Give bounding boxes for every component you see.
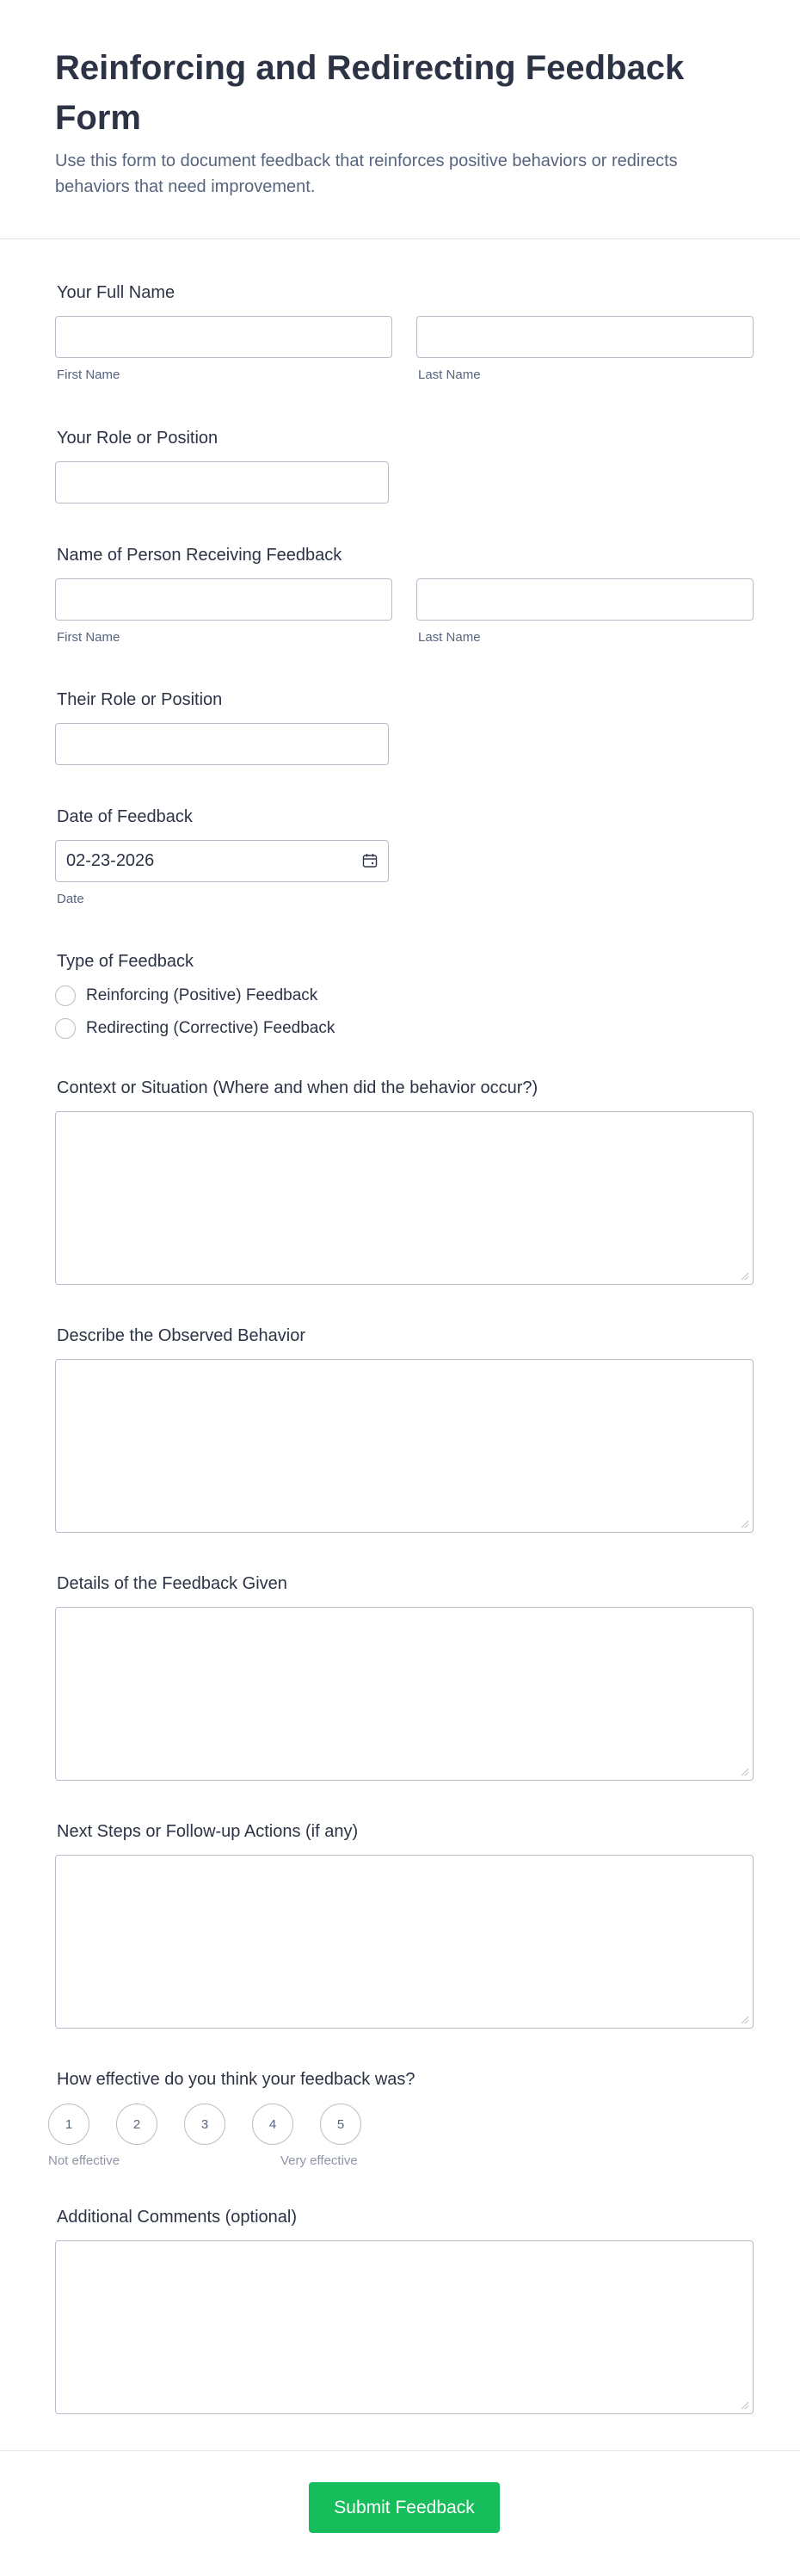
rating-option-1[interactable]: 1 (48, 2103, 89, 2145)
rating-option-3[interactable]: 3 (184, 2103, 225, 2145)
effectiveness-label: How effective do you think your feedback… (57, 2070, 415, 2089)
full-name-first-sublabel: First Name (57, 368, 120, 382)
form-title: Reinforcing and Redirecting Feedback For… (55, 49, 685, 137)
feedback-details-label: Details of the Feedback Given (57, 1574, 287, 1593)
submit-button[interactable]: Submit Feedback (309, 2482, 500, 2533)
receiver-name-label: Name of Person Receiving Feedback (57, 546, 342, 565)
next-steps-textarea[interactable] (55, 1855, 754, 2029)
date-sublabel: Date (57, 892, 84, 906)
their-role-label: Their Role or Position (57, 690, 223, 709)
observed-behavior-label: Describe the Observed Behavior (57, 1326, 306, 1345)
feedback-details-section: Details of the Feedback Given (55, 1572, 754, 1787)
observed-behavior-section: Describe the Observed Behavior (55, 1324, 754, 1539)
receiver-first-sublabel: First Name (57, 630, 120, 645)
role-section: Your Role or Position (55, 426, 754, 512)
feedback-type-label: Type of Feedback (57, 952, 194, 971)
full-name-section: Your Full Name First Name Last Name (55, 281, 754, 392)
context-textarea[interactable] (55, 1111, 754, 1285)
full-name-label: Your Full Name (57, 283, 175, 302)
radio-button[interactable] (55, 1018, 76, 1039)
date-value: 02-23-2026 (66, 851, 155, 870)
additional-comments-label: Additional Comments (optional) (57, 2208, 298, 2227)
form-footer: Submit Feedback (0, 2450, 800, 2576)
resize-handle-icon[interactable] (741, 1520, 749, 1529)
rating-high-label: Very effective (280, 2153, 358, 2168)
additional-comments-section: Additional Comments (optional) (55, 2205, 754, 2420)
resize-handle-icon[interactable] (741, 1768, 749, 1776)
resize-handle-icon[interactable] (741, 2401, 749, 2410)
radio-label-reinforcing: Reinforcing (Positive) Feedback (86, 986, 318, 1004)
rating-option-2[interactable]: 2 (116, 2103, 157, 2145)
form-header: Reinforcing and Redirecting Feedback For… (0, 0, 800, 239)
feedback-type-option-redirecting[interactable]: Redirecting (Corrective) Feedback (55, 1018, 335, 1039)
feedback-details-textarea[interactable] (55, 1607, 754, 1781)
receiver-last-sublabel: Last Name (418, 630, 481, 645)
resize-handle-icon[interactable] (741, 1272, 749, 1281)
receiver-first-input[interactable] (55, 578, 392, 621)
form-subtitle: Use this form to document feedback that … (55, 151, 678, 196)
role-input[interactable] (55, 461, 389, 503)
effectiveness-section: How effective do you think your feedback… (48, 2067, 754, 2179)
full-name-first-input[interactable] (55, 316, 392, 358)
feedback-type-section: Type of Feedback Reinforcing (Positive) … (55, 949, 754, 1044)
form-body: Your Full Name First Name Last Name Your… (0, 239, 800, 2451)
resize-handle-icon[interactable] (741, 2016, 749, 2024)
full-name-last-sublabel: Last Name (418, 368, 481, 382)
date-label: Date of Feedback (57, 807, 193, 826)
rating-option-5[interactable]: 5 (320, 2103, 361, 2145)
rating-option-4[interactable]: 4 (252, 2103, 293, 2145)
receiver-name-section: Name of Person Receiving Feedback First … (55, 543, 754, 655)
next-steps-label: Next Steps or Follow-up Actions (if any) (57, 1822, 359, 1841)
context-label: Context or Situation (Where and when did… (57, 1078, 538, 1097)
context-section: Context or Situation (Where and when did… (55, 1076, 754, 1291)
full-name-last-input[interactable] (416, 316, 754, 358)
rating-low-label: Not effective (48, 2153, 120, 2168)
their-role-input[interactable] (55, 723, 389, 765)
date-input[interactable]: 02-23-2026 (55, 840, 389, 882)
receiver-last-input[interactable] (416, 578, 754, 621)
feedback-type-option-reinforcing[interactable]: Reinforcing (Positive) Feedback (55, 985, 317, 1006)
role-label: Your Role or Position (57, 429, 218, 448)
observed-behavior-textarea[interactable] (55, 1359, 754, 1533)
radio-label-redirecting: Redirecting (Corrective) Feedback (86, 1019, 335, 1037)
additional-comments-textarea[interactable] (55, 2240, 754, 2414)
next-steps-section: Next Steps or Follow-up Actions (if any) (55, 1819, 754, 2035)
radio-button[interactable] (55, 985, 76, 1006)
date-section: Date of Feedback 02-23-2026 Date (55, 805, 754, 917)
calendar-icon[interactable] (362, 853, 378, 868)
their-role-section: Their Role or Position (55, 688, 754, 774)
